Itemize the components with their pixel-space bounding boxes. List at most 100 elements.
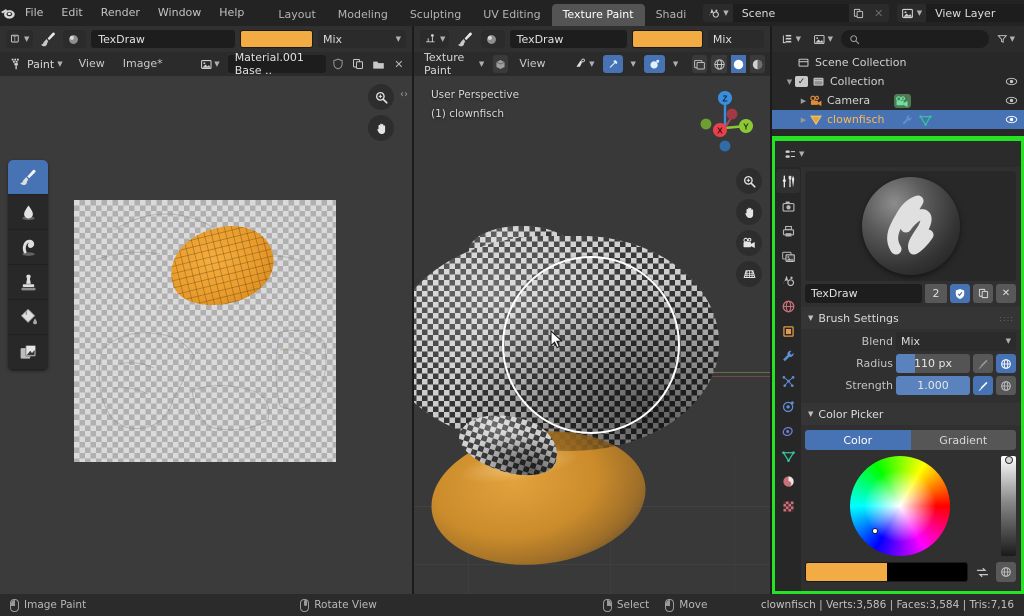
menu-help[interactable]: Help (210, 0, 253, 26)
view-layer-name-field[interactable]: View Layer (927, 4, 1024, 22)
image-pan-button[interactable] (368, 115, 394, 141)
viewport-toolbar-toggle[interactable]: ‹ (414, 90, 415, 101)
active-brush-icon-vp[interactable] (454, 30, 475, 49)
menu-render[interactable]: Render (92, 0, 149, 26)
blend-mode-select-vp[interactable]: Mix (707, 30, 764, 48)
properties-tab-material[interactable] (776, 469, 800, 493)
viewport-camera-button[interactable] (736, 230, 762, 256)
paint-mode-dropdown[interactable]: ▼ (420, 30, 450, 48)
strength-unified-button[interactable] (996, 376, 1016, 395)
menu-edit[interactable]: Edit (52, 0, 91, 26)
properties-tab-particles[interactable] (776, 369, 800, 393)
image-new-button[interactable] (350, 55, 367, 73)
blend-select[interactable]: Mix ▼ (896, 332, 1016, 351)
snap-toggle[interactable] (602, 55, 623, 73)
strength-slider[interactable]: 1.000 (896, 376, 970, 395)
properties-tab-tool[interactable] (776, 169, 800, 193)
blender-logo-icon[interactable] (0, 0, 16, 26)
brush-name-field[interactable]: TexDraw (91, 30, 235, 48)
scene-name-field[interactable]: Scene (733, 4, 849, 22)
radius-pressure-button[interactable] (973, 354, 993, 373)
brush-texture-dropdown-vp[interactable] (480, 30, 505, 48)
image-open-button[interactable] (370, 55, 387, 73)
color-tab[interactable]: Color (805, 430, 911, 450)
tool-fill[interactable] (8, 300, 48, 335)
scene-new-button[interactable] (848, 4, 869, 22)
viewport-3d[interactable]: User Perspective (1) clownfisch Z Y X (414, 76, 770, 594)
brush-name-field-props[interactable]: TexDraw (805, 284, 922, 303)
properties-tab-render[interactable] (776, 194, 800, 218)
color-wheel-cursor[interactable] (872, 528, 878, 534)
panel-header-brush-settings[interactable]: ▼ Brush Settings :::: (801, 307, 1021, 329)
outliner-filter-id-dropdown[interactable]: ▼ (809, 30, 837, 48)
brush-preview-panel[interactable] (805, 171, 1016, 281)
properties-tab-view-layer[interactable] (776, 244, 800, 268)
brush-users-count[interactable]: 2 (925, 284, 947, 303)
scene-close-button[interactable]: ✕ (868, 4, 889, 22)
viewport-grid-button[interactable] (736, 261, 762, 287)
proportional-edit-toggle[interactable] (643, 55, 665, 73)
color-unified-button[interactable] (996, 562, 1016, 582)
brush-color-swatch-vp[interactable] (631, 30, 703, 48)
tab-shading[interactable]: Shadi (645, 4, 698, 26)
brush-texture-dropdown[interactable] (63, 30, 87, 48)
visibility-eye-icon[interactable] (1005, 75, 1018, 88)
tool-clone[interactable] (8, 265, 48, 300)
color-wheel[interactable] (850, 456, 950, 556)
image-editor-canvas-area[interactable]: ‹› (0, 76, 412, 594)
viewport-pan-button[interactable] (736, 199, 762, 225)
image-zoom-button[interactable] (368, 84, 394, 110)
primary-color-swatch[interactable] (806, 563, 887, 581)
properties-tab-world[interactable] (776, 294, 800, 318)
active-brush-icon[interactable] (38, 30, 58, 49)
properties-tab-texture[interactable] (776, 494, 800, 518)
menu-file[interactable]: File (16, 0, 52, 26)
strength-pressure-button[interactable] (973, 376, 993, 395)
viewport-mode-dropdown[interactable]: Texture Paint ▼ (419, 51, 490, 77)
brush-name-field-vp[interactable]: TexDraw (509, 30, 627, 48)
brush-color-swatch[interactable] (239, 30, 313, 48)
tool-mask[interactable] (8, 335, 48, 370)
brush-tool-dropdown[interactable]: T ▼ (6, 30, 34, 48)
properties-tab-object[interactable] (776, 319, 800, 343)
outliner-row-clownfisch[interactable]: ▶ clownfisch (772, 110, 1024, 129)
tab-texture-paint[interactable]: Texture Paint (551, 4, 645, 26)
radius-unified-button[interactable] (996, 354, 1016, 373)
scene-browse-button[interactable]: ▼ (703, 4, 734, 22)
secondary-color-swatch[interactable] (886, 563, 967, 581)
snap-options-dropdown[interactable]: ▼ (626, 55, 640, 73)
tab-layout[interactable]: Layout (267, 4, 326, 26)
properties-tab-output[interactable] (776, 219, 800, 243)
properties-tab-scene[interactable] (776, 269, 800, 293)
primary-secondary-swatches[interactable] (805, 562, 968, 582)
xray-toggle[interactable] (692, 55, 708, 73)
navigation-gizmo[interactable]: Z Y X (688, 84, 762, 158)
panel-header-color-picker[interactable]: ▼ Color Picker (801, 403, 1021, 425)
image-editor-menu-image[interactable]: Image* (116, 52, 170, 76)
disclosure-triangle[interactable]: ▶ (798, 116, 809, 124)
properties-tab-physics[interactable] (776, 394, 800, 418)
outliner-filter-dropdown[interactable]: ▼ (993, 30, 1019, 48)
viewport-menu-view[interactable]: View (512, 52, 552, 76)
image-fake-user-button[interactable] (330, 55, 347, 73)
tab-sculpting[interactable]: Sculpting (399, 4, 472, 26)
viewport-visibility-toggle[interactable]: ▼ (571, 55, 599, 73)
disclosure-triangle[interactable]: ▼ (784, 78, 795, 86)
proportional-options-dropdown[interactable]: ▼ (668, 55, 683, 73)
value-slider[interactable] (1001, 456, 1016, 556)
shading-wireframe-button[interactable] (711, 55, 727, 73)
shading-material-button[interactable] (749, 55, 765, 73)
shading-solid-button[interactable] (730, 55, 746, 73)
viewport-zoom-button[interactable] (736, 168, 762, 194)
visibility-eye-icon[interactable] (1005, 113, 1018, 126)
uv-texture-canvas[interactable] (74, 200, 336, 462)
view-layer-browse-button[interactable]: ▼ (896, 4, 928, 22)
divider-viewport-outliner[interactable] (770, 26, 772, 594)
menu-window[interactable]: Window (149, 0, 210, 26)
properties-tab-constraints[interactable] (776, 419, 800, 443)
tab-uv-editing[interactable]: UV Editing (472, 4, 551, 26)
panel-drag-handle[interactable]: :::: (999, 314, 1014, 323)
image-editor-mode-dropdown[interactable]: Paint ▼ (5, 55, 68, 73)
properties-editor-type-dropdown[interactable]: ▼ (780, 145, 810, 163)
outliner-row-camera[interactable]: ▶ Camera (772, 91, 1024, 110)
